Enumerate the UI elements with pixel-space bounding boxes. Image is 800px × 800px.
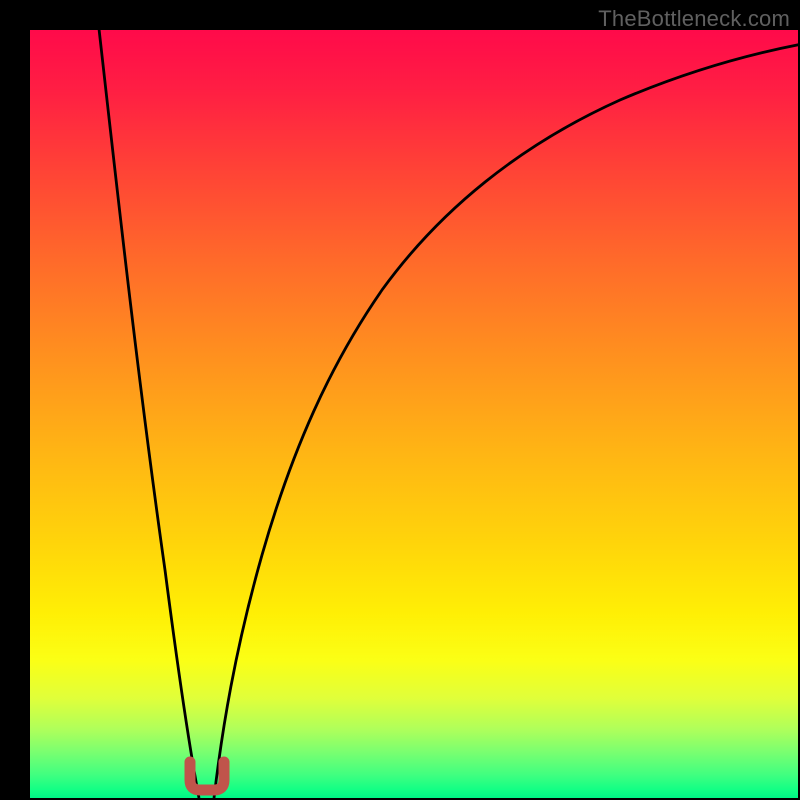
plot-area [30,30,798,798]
curve-left-branch [98,30,199,798]
curve-right-branch [214,44,798,798]
curve-layer [30,30,798,798]
optimal-marker [190,762,224,790]
chart-container: TheBottleneck.com [0,0,800,800]
watermark-text: TheBottleneck.com [598,6,790,32]
